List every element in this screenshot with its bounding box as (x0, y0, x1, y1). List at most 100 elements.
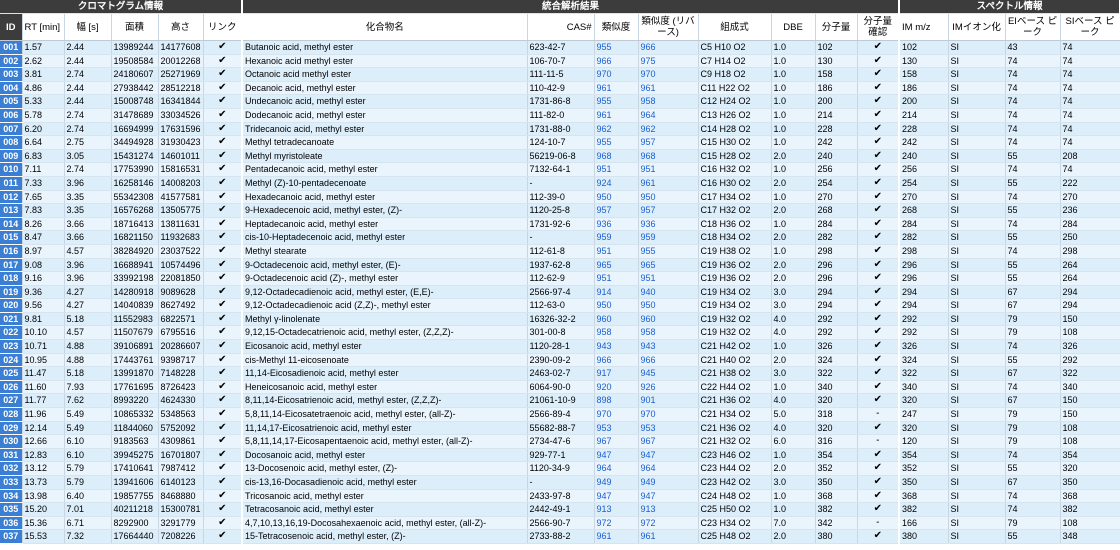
row-id[interactable]: 006 (0, 108, 23, 123)
col-height[interactable]: 高さ (158, 13, 204, 41)
row-id[interactable]: 010 (0, 162, 23, 177)
row-id[interactable]: 013 (0, 203, 23, 218)
col-mw[interactable]: 分子量 (815, 13, 858, 41)
table-row[interactable]: 027 11.77 7.62 8993220 4624330 ✔ 8,11,14… (0, 393, 1120, 409)
row-id[interactable]: 001 (0, 40, 23, 55)
link-check-icon[interactable]: ✔ (203, 298, 244, 313)
link-check-icon[interactable]: ✔ (203, 516, 244, 531)
table-row[interactable]: 035 15.20 7.01 40211218 15300781 ✔ Tetra… (0, 502, 1120, 517)
row-id[interactable]: 003 (0, 67, 23, 82)
row-id[interactable]: 024 (0, 353, 23, 368)
table-row[interactable]: 016 8.97 4.57 38284920 23037522 ✔ Methyl… (0, 244, 1120, 259)
table-row[interactable]: 006 5.78 2.74 31478689 33034526 ✔ Dodeca… (0, 108, 1120, 123)
row-id[interactable]: 005 (0, 94, 23, 109)
link-check-icon[interactable]: ✔ (203, 122, 244, 137)
col-cas[interactable]: CAS# (527, 13, 595, 41)
col-im-ionization[interactable]: IMイオン化 (948, 13, 1006, 41)
table-row[interactable]: 029 12.14 5.49 11844060 5752092 ✔ 11,14,… (0, 421, 1120, 436)
row-id[interactable]: 026 (0, 380, 23, 395)
col-im-mz[interactable]: IM m/z (899, 13, 949, 41)
link-check-icon[interactable]: ✔ (203, 162, 244, 177)
col-si-base-peak[interactable]: SIベース ピーク (1060, 13, 1120, 41)
link-check-icon[interactable]: ✔ (203, 203, 244, 218)
table-row[interactable]: 023 10.71 4.88 39106891 20286607 ✔ Eicos… (0, 339, 1120, 354)
row-id[interactable]: 014 (0, 217, 23, 232)
table-row[interactable]: 004 4.86 2.44 27938442 28512218 ✔ Decano… (0, 81, 1120, 96)
row-id[interactable]: 032 (0, 461, 23, 476)
link-check-icon[interactable]: ✔ (203, 94, 244, 109)
link-check-icon[interactable]: ✔ (203, 421, 244, 436)
col-ei-base-peak[interactable]: EIベース ピーク (1005, 13, 1061, 41)
table-row[interactable]: 032 13.12 5.79 17410641 7987412 ✔ 13-Doc… (0, 461, 1120, 476)
row-id[interactable]: 016 (0, 244, 23, 259)
row-id[interactable]: 007 (0, 122, 23, 137)
row-id[interactable]: 029 (0, 421, 23, 436)
table-row[interactable]: 022 10.10 4.57 11507679 6795516 ✔ 9,12,1… (0, 325, 1120, 341)
link-check-icon[interactable]: ✔ (203, 67, 244, 82)
table-row[interactable]: 017 9.08 3.96 16688941 10574496 ✔ 9-Octa… (0, 258, 1120, 273)
table-row[interactable]: 025 11.47 5.18 13991870 7148228 ✔ 11,14-… (0, 366, 1120, 381)
row-id[interactable]: 011 (0, 176, 23, 191)
link-check-icon[interactable]: ✔ (203, 217, 244, 232)
col-formula[interactable]: 組成式 (698, 13, 772, 41)
row-id[interactable]: 009 (0, 149, 23, 164)
link-check-icon[interactable]: ✔ (203, 448, 244, 463)
row-id[interactable]: 020 (0, 298, 23, 313)
table-row[interactable]: 036 15.36 6.71 8292900 3291779 ✔ 4,7,10,… (0, 516, 1120, 531)
table-row[interactable]: 010 7.11 2.74 17753990 15816531 ✔ Pentad… (0, 162, 1120, 177)
link-check-icon[interactable]: ✔ (203, 393, 244, 409)
col-reverse-similarity[interactable]: 類似度 (リバース) (638, 13, 699, 41)
row-id[interactable]: 021 (0, 312, 23, 327)
table-row[interactable]: 001 1.57 2.44 13989244 14177608 ✔ Butano… (0, 40, 1120, 55)
link-check-icon[interactable]: ✔ (203, 325, 244, 341)
table-row[interactable]: 009 6.83 3.05 15431274 14601011 ✔ Methyl… (0, 149, 1120, 164)
col-link[interactable]: リンク (203, 13, 244, 41)
table-row[interactable]: 007 6.20 2.74 16694999 17631596 ✔ Tridec… (0, 122, 1120, 137)
table-row[interactable]: 003 3.81 2.74 24180607 25271969 ✔ Octano… (0, 67, 1120, 82)
row-id[interactable]: 025 (0, 366, 23, 381)
link-check-icon[interactable]: ✔ (203, 502, 244, 517)
table-row[interactable]: 019 9.36 4.27 14280918 9089628 ✔ 9,12-Oc… (0, 285, 1120, 300)
row-id[interactable]: 030 (0, 434, 23, 449)
row-id[interactable]: 035 (0, 502, 23, 517)
table-row[interactable]: 005 5.33 2.44 15008748 16341844 ✔ Undeca… (0, 94, 1120, 109)
table-row[interactable]: 037 15.53 7.32 17664440 7208226 ✔ 15-Tet… (0, 529, 1120, 544)
table-row[interactable]: 033 13.73 5.79 13941606 6140123 ✔ cis-13… (0, 475, 1120, 490)
row-id[interactable]: 004 (0, 81, 23, 96)
row-id[interactable]: 008 (0, 135, 23, 150)
table-row[interactable]: 013 7.83 3.35 16576268 13505775 ✔ 9-Hexa… (0, 203, 1120, 218)
row-id[interactable]: 019 (0, 285, 23, 300)
col-width[interactable]: 幅 [s] (64, 13, 112, 41)
row-id[interactable]: 037 (0, 529, 23, 544)
row-id[interactable]: 028 (0, 407, 23, 422)
link-check-icon[interactable]: ✔ (203, 407, 244, 422)
row-id[interactable]: 034 (0, 489, 23, 504)
col-mw-confirm[interactable]: 分子量 確認 (857, 13, 901, 41)
link-check-icon[interactable]: ✔ (203, 285, 244, 300)
table-row[interactable]: 018 9.16 3.96 33992198 22081850 ✔ 9-Octa… (0, 271, 1120, 286)
col-dbe[interactable]: DBE (771, 13, 816, 41)
col-compound[interactable]: 化合物名 (242, 13, 528, 41)
link-check-icon[interactable]: ✔ (203, 271, 244, 286)
link-check-icon[interactable]: ✔ (203, 461, 244, 476)
table-row[interactable]: 008 6.64 2.75 34494928 31930423 ✔ Methyl… (0, 135, 1120, 150)
row-id[interactable]: 018 (0, 271, 23, 286)
row-id[interactable]: 023 (0, 339, 23, 354)
table-row[interactable]: 015 8.47 3.66 16821150 11932683 ✔ cis-10… (0, 230, 1120, 245)
link-check-icon[interactable]: ✔ (203, 366, 244, 381)
row-id[interactable]: 002 (0, 54, 23, 69)
link-check-icon[interactable]: ✔ (203, 135, 244, 150)
link-check-icon[interactable]: ✔ (203, 258, 244, 273)
row-id[interactable]: 012 (0, 190, 23, 205)
col-similarity[interactable]: 類似度 (594, 13, 639, 41)
row-id[interactable]: 017 (0, 258, 23, 273)
table-row[interactable]: 026 11.60 7.93 17761695 8726423 ✔ Heneic… (0, 380, 1120, 395)
table-row[interactable]: 031 12.83 6.10 39945275 16701807 ✔ Docos… (0, 448, 1120, 463)
link-check-icon[interactable]: ✔ (203, 108, 244, 123)
table-row[interactable]: 021 9.81 5.18 11552983 6822571 ✔ Methyl … (0, 312, 1120, 327)
table-row[interactable]: 002 2.62 2.44 19508584 20012268 ✔ Hexano… (0, 54, 1120, 69)
row-id[interactable]: 036 (0, 516, 23, 531)
link-check-icon[interactable]: ✔ (203, 312, 244, 327)
row-id[interactable]: 015 (0, 230, 23, 245)
link-check-icon[interactable]: ✔ (203, 434, 244, 449)
